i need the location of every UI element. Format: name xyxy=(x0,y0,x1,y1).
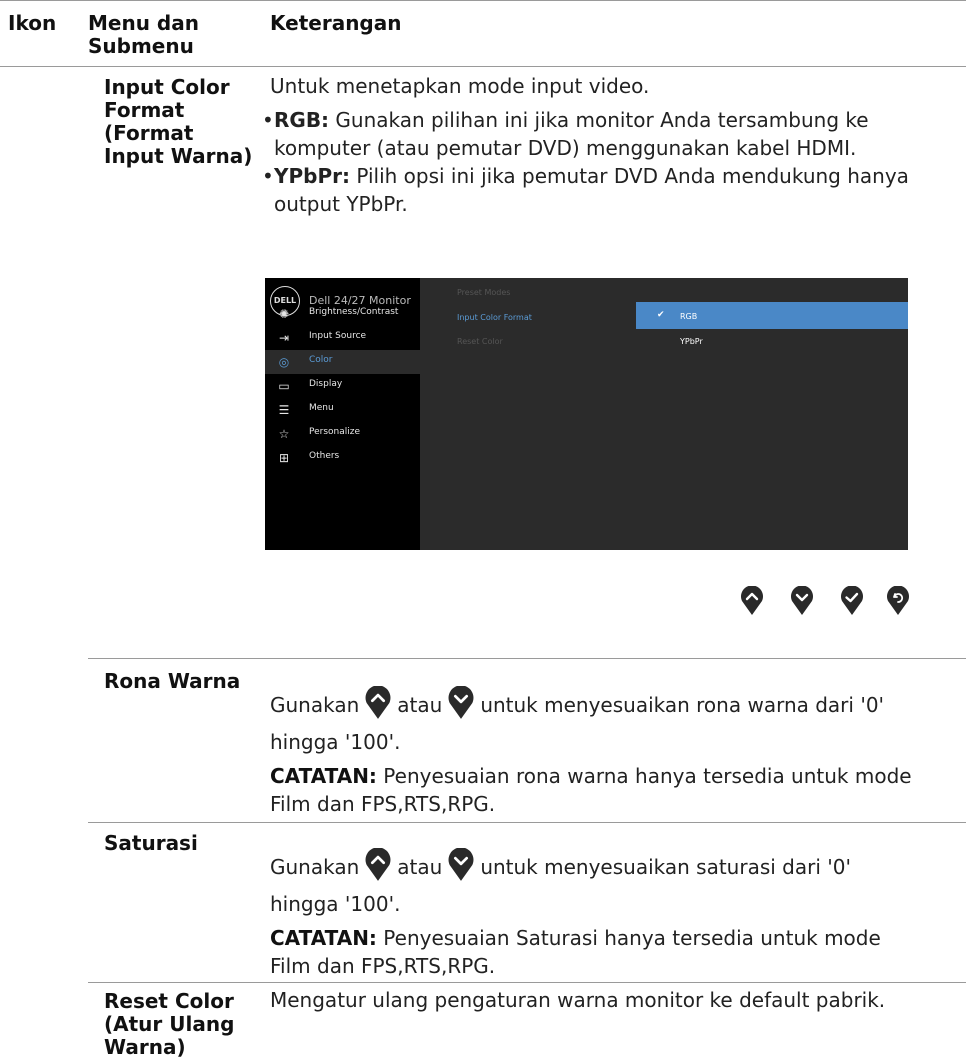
text: untuk menyesuaikan saturasi dari '0' xyxy=(480,855,851,879)
rona-line1: Gunakan atau untuk menyesuaikan rona warna… xyxy=(270,686,884,720)
col-header-menu-line1: Menu dan xyxy=(88,11,199,35)
saturasi-title: Saturasi xyxy=(104,831,198,855)
rgb-text-cont: komputer (atau pemutar DVD) menggunakan … xyxy=(274,136,857,160)
osd-menu-label: Color xyxy=(309,355,333,365)
text: Gunakan xyxy=(270,855,360,879)
note-text: Penyesuaian Saturasi hanya tersedia untu… xyxy=(376,926,881,950)
down-button-icon[interactable] xyxy=(790,586,814,616)
title-line: Format xyxy=(104,98,185,122)
osd-sub-preset-modes[interactable]: Preset Modes xyxy=(457,288,510,297)
col-header-icon: Ikon xyxy=(8,11,57,35)
col-header-description: Keterangan xyxy=(270,11,402,35)
osd-menu-label: Personalize xyxy=(309,427,361,437)
osd-option-ypbpr[interactable]: YPbPr xyxy=(680,337,703,346)
saturasi-note: CATATAN: Penyesuaian Saturasi hanya ters… xyxy=(270,924,881,952)
rona-note-cont: Film dan FPS,RTS,RPG. xyxy=(270,792,496,816)
col-header-menu-line2: Submenu xyxy=(88,34,194,58)
text: atau xyxy=(397,693,443,717)
ypbpr-text: Pilih opsi ini jika pemutar DVD Anda men… xyxy=(349,164,909,188)
brightness-icon: ✺ xyxy=(278,307,290,321)
rule-saturasi xyxy=(88,822,966,823)
up-button-icon[interactable] xyxy=(740,586,764,616)
osd-sub-reset-color[interactable]: Reset Color xyxy=(457,337,503,346)
ypbpr-term: YPbPr: xyxy=(274,164,350,188)
osd-menu-others[interactable]: ⊞ Others xyxy=(265,446,420,470)
up-button-icon xyxy=(365,848,391,881)
menu-icon: ☰ xyxy=(278,403,290,417)
osd-menu-input-source[interactable]: ⇥ Input Source xyxy=(265,326,420,350)
text: untuk menyesuaikan rona warna dari '0' xyxy=(480,693,885,717)
input-color-format-intro: Untuk menetapkan mode input video. xyxy=(270,74,650,98)
osd-sub-input-color-format[interactable]: Input Color Format xyxy=(457,313,532,322)
osd-menu-color[interactable]: ◎ Color xyxy=(265,350,420,374)
ypbpr-text-cont: output YPbPr. xyxy=(274,192,408,216)
osd-menu-brightness[interactable]: ✺ Brightness/Contrast xyxy=(265,302,420,326)
title-line: Input Warna) xyxy=(104,144,253,168)
rgb-bullet: •RGB: Gunakan pilihan ini jika monitor A… xyxy=(262,108,869,132)
display-icon: ▭ xyxy=(278,379,290,393)
title-line: (Format xyxy=(104,121,194,145)
down-button-icon xyxy=(448,848,474,881)
osd-main: ⇥ Input Source ✺ Brightness/Contrast ◎ Colo… xyxy=(265,278,908,550)
text: atau xyxy=(397,855,443,879)
saturasi-line2: hingga '100'. xyxy=(270,892,401,916)
others-icon: ⊞ xyxy=(278,451,290,465)
rule-rona xyxy=(88,658,966,659)
osd-menu-label: Display xyxy=(309,379,343,389)
osd-menu-menu[interactable]: ☰ Menu xyxy=(265,398,420,422)
note-text: Penyesuaian rona warna hanya tersedia un… xyxy=(376,764,912,788)
osd-menu-label: Brightness/Contrast xyxy=(309,307,399,317)
reset-color-title-line: (Atur Ulang xyxy=(104,1012,235,1036)
up-button-icon xyxy=(365,686,391,719)
reset-color-desc: Mengatur ulang pengaturan warna monitor … xyxy=(270,988,886,1012)
check-icon: ✔ xyxy=(657,310,665,320)
osd-menu-label: Input Source xyxy=(309,331,367,341)
rgb-text: Gunakan pilihan ini jika monitor Anda te… xyxy=(329,108,869,132)
star-icon: ☆ xyxy=(278,427,290,441)
rgb-term: RGB: xyxy=(274,108,330,132)
saturasi-note-cont: Film dan FPS,RTS,RPG. xyxy=(270,954,496,978)
title-line: Input Color xyxy=(104,75,230,99)
note-term: CATATAN: xyxy=(270,926,377,950)
header-rule xyxy=(0,66,966,67)
osd-option-rgb-highlight[interactable] xyxy=(636,302,908,329)
rule-reset-color xyxy=(88,982,966,983)
text: Gunakan xyxy=(270,693,360,717)
rona-warna-title: Rona Warna xyxy=(104,669,241,693)
rona-note: CATATAN: Penyesuaian rona warna hanya te… xyxy=(270,762,912,790)
note-term: CATATAN: xyxy=(270,764,377,788)
color-icon: ◎ xyxy=(278,355,290,369)
check-button-icon[interactable] xyxy=(840,586,864,616)
saturasi-line1: Gunakan atau untuk menyesuaikan saturasi d… xyxy=(270,848,851,882)
osd-menu-personalize[interactable]: ☆ Personalize xyxy=(265,422,420,446)
input-source-icon: ⇥ xyxy=(278,331,290,345)
osd-menu-label: Menu xyxy=(309,403,334,413)
osd-menu-label: Others xyxy=(309,451,340,461)
back-button-icon[interactable] xyxy=(886,586,910,616)
rona-line2: hingga '100'. xyxy=(270,730,401,754)
ypbpr-bullet: •YPbPr: Pilih opsi ini jika pemutar DVD … xyxy=(262,164,909,188)
reset-color-title-line: Reset Color xyxy=(104,989,234,1013)
reset-color-title-line: Warna) xyxy=(104,1035,186,1059)
down-button-icon xyxy=(448,686,474,719)
osd-option-rgb[interactable]: RGB xyxy=(680,312,697,321)
top-rule xyxy=(0,0,966,1)
osd-menu-display[interactable]: ▭ Display xyxy=(265,374,420,398)
